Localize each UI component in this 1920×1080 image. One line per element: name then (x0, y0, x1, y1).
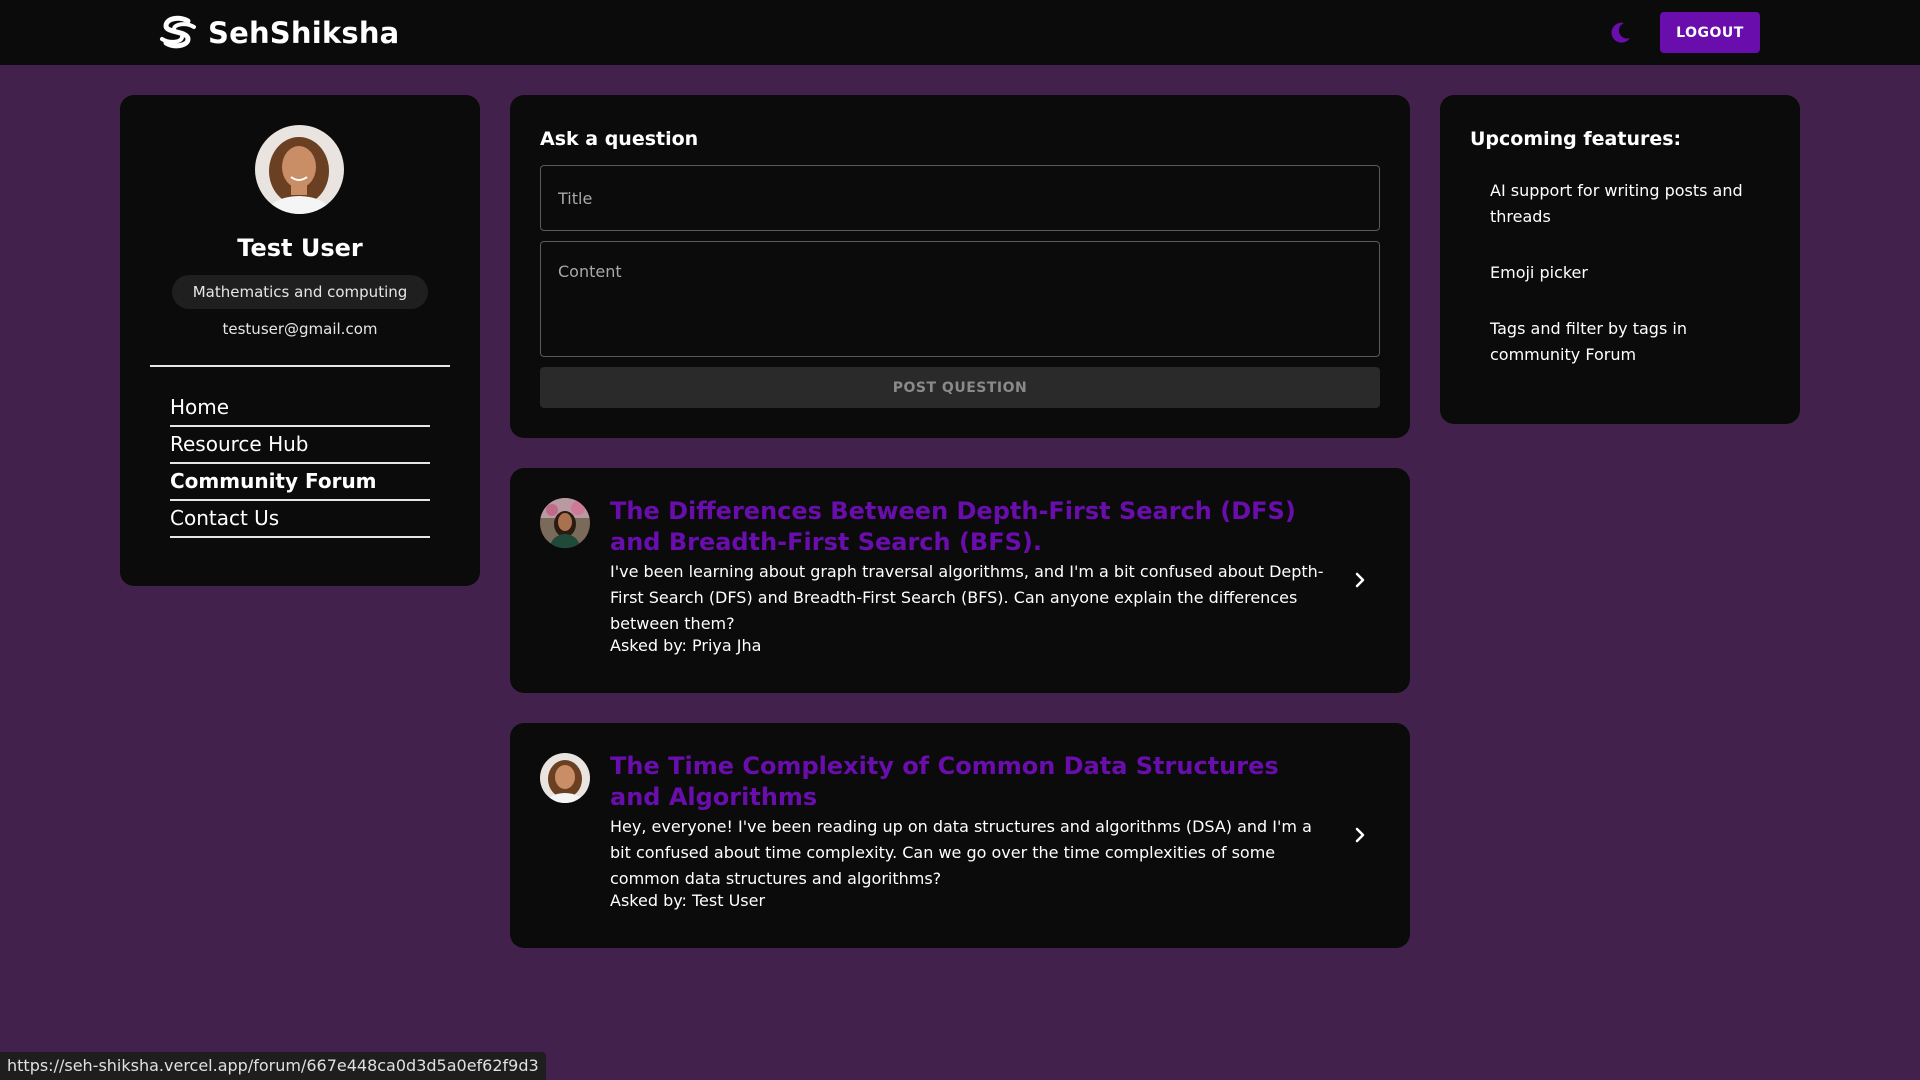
upcoming-features-card: Upcoming features: AI support for writin… (1440, 95, 1800, 424)
sidebar-item-contact-us[interactable]: Contact Us (170, 501, 430, 538)
question-title[interactable]: The Time Complexity of Common Data Struc… (610, 751, 1330, 813)
profile-card: Test User Mathematics and computing test… (120, 95, 480, 586)
profile-email: testuser@gmail.com (222, 320, 378, 338)
avatar (540, 498, 590, 548)
top-navbar: SehShiksha LOGOUT (0, 0, 1920, 65)
list-item: Emoji picker (1490, 263, 1588, 282)
question-card[interactable]: The Time Complexity of Common Data Struc… (510, 723, 1410, 948)
sidebar-item-home[interactable]: Home (170, 390, 430, 427)
question-content-input[interactable] (540, 241, 1380, 357)
brand-name: SehShiksha (208, 16, 400, 50)
brand-logo-icon (160, 15, 196, 49)
moon-icon[interactable] (1607, 20, 1633, 46)
ask-question-heading: Ask a question (540, 128, 699, 150)
question-body: Hey, everyone! I've been reading up on d… (610, 817, 1312, 888)
sidebar-item-resource-hub[interactable]: Resource Hub (170, 427, 430, 464)
chevron-right-icon[interactable] (1350, 825, 1370, 845)
question-title-input[interactable] (540, 165, 1380, 231)
question-body: I've been learning about graph traversal… (610, 562, 1324, 633)
features-list: AI support for writing posts and threads… (1490, 178, 1780, 398)
sidebar-nav: Home Resource Hub Community Forum Contac… (170, 390, 430, 538)
divider (150, 365, 450, 367)
avatar (255, 125, 344, 214)
chevron-right-icon[interactable] (1350, 570, 1370, 590)
logout-button[interactable]: LOGOUT (1660, 12, 1760, 53)
question-author: Asked by: Priya Jha (610, 636, 762, 655)
brand[interactable]: SehShiksha (158, 14, 399, 52)
post-question-button[interactable]: POST QUESTION (540, 367, 1380, 408)
link-status-bar: https://seh-shiksha.vercel.app/forum/667… (0, 1052, 546, 1080)
subject-badge: Mathematics and computing (172, 275, 428, 309)
question-card[interactable]: The Differences Between Depth-First Sear… (510, 468, 1410, 693)
list-item: Tags and filter by tags in community For… (1490, 319, 1687, 364)
sidebar-item-community-forum[interactable]: Community Forum (170, 464, 430, 501)
question-title[interactable]: The Differences Between Depth-First Sear… (610, 496, 1330, 558)
profile-name: Test User (237, 234, 363, 262)
list-item: AI support for writing posts and threads (1490, 181, 1743, 226)
question-author: Asked by: Test User (610, 891, 766, 910)
ask-question-card: Ask a question POST QUESTION (510, 95, 1410, 438)
avatar (540, 753, 590, 803)
features-heading: Upcoming features: (1470, 128, 1682, 150)
